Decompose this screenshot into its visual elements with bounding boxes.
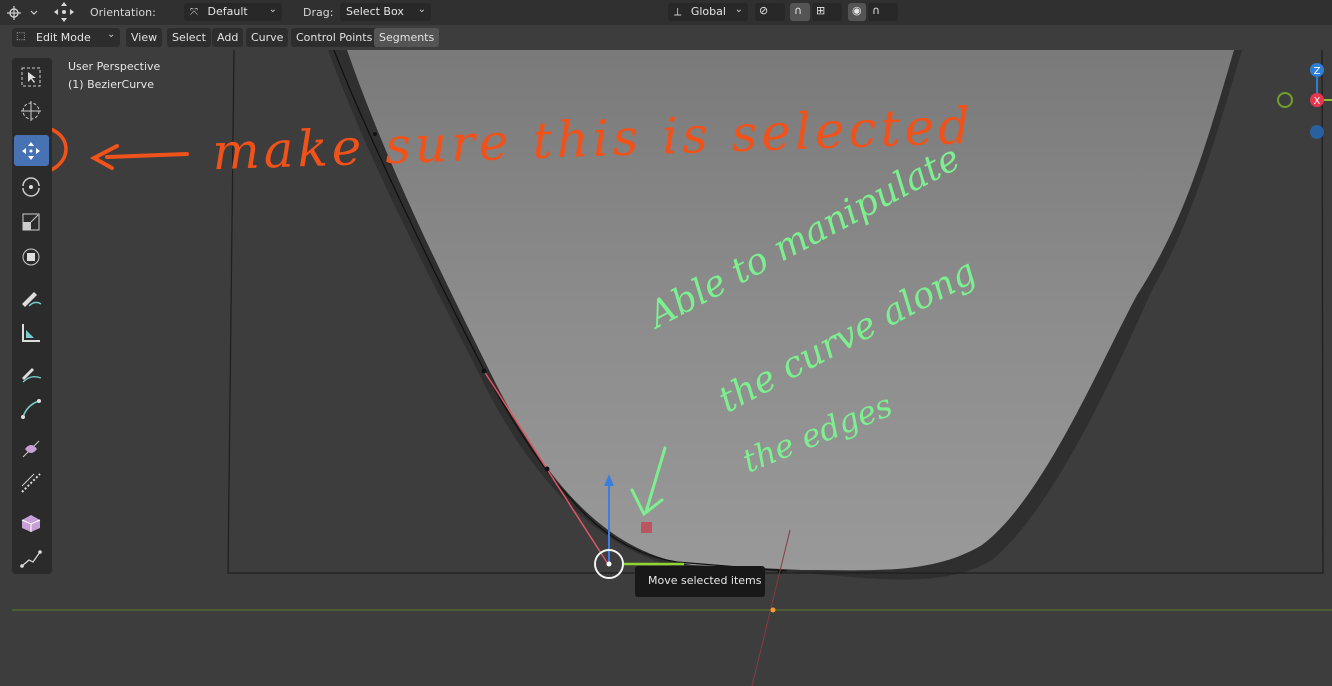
drag-value: Select Box <box>346 5 404 18</box>
orientation-dropdown[interactable]: ⤧ Default ⌄ <box>184 3 282 21</box>
menu-segments[interactable]: Segments <box>374 28 440 47</box>
z-axis-neg-icon <box>1310 125 1324 139</box>
drag-dropdown[interactable]: Select Box ⌄ <box>340 3 431 21</box>
tool-cursor[interactable] <box>14 95 49 126</box>
tool-tilt[interactable] <box>14 433 49 464</box>
menu-control-points[interactable]: Control Points <box>291 28 378 47</box>
proportional-edit-icon: ◉ <box>852 4 862 17</box>
tool-extrude[interactable] <box>14 506 49 537</box>
control-point <box>481 368 487 374</box>
proportional-edit-toggle[interactable]: ◉ <box>848 3 866 21</box>
transform-pivot-button[interactable] <box>4 3 42 22</box>
drag-label: Drag: <box>303 6 334 19</box>
mode-dropdown[interactable]: ⬚ Edit Mode ⌄ <box>12 28 120 47</box>
snap-toggle[interactable]: ∩ <box>790 3 810 21</box>
falloff-curve-icon: ∩ <box>872 4 881 17</box>
plane-handle <box>641 522 652 533</box>
tool-annotate[interactable] <box>14 282 49 313</box>
orientation-label: Orientation: <box>90 6 156 19</box>
tool-draw[interactable] <box>14 358 49 389</box>
draw-icon <box>22 368 42 383</box>
perspective-label: User Perspective <box>68 60 161 73</box>
cursor-icon <box>21 101 41 121</box>
randomize-icon <box>20 550 42 568</box>
chevron-down-icon: ⌄ <box>417 4 426 15</box>
svg-text:X: X <box>1314 96 1321 107</box>
global-axes-icon: ⟂ <box>674 5 682 18</box>
tool-measure[interactable] <box>14 317 49 348</box>
tool-rotate[interactable] <box>14 170 49 201</box>
transform-space-value: Global <box>690 5 726 18</box>
move-gizmo-icon[interactable] <box>50 0 78 25</box>
transform-icon <box>22 248 40 266</box>
arrow-annotation <box>89 144 189 170</box>
menu-curve[interactable]: Curve <box>246 28 289 47</box>
falloff-dropdown[interactable]: ∩ <box>868 3 898 21</box>
magnet-icon: ∩ <box>794 4 803 17</box>
move-icon <box>22 142 40 160</box>
tool-select-box[interactable] <box>14 61 49 92</box>
pen-icon <box>21 399 41 419</box>
tool-move[interactable] <box>14 135 49 166</box>
chevron-down-icon: ⌄ <box>734 4 743 15</box>
tool-randomize[interactable] <box>14 542 49 573</box>
mode-value: Edit Mode <box>36 31 91 44</box>
link-icon: ⊘ <box>759 4 769 17</box>
menu-view[interactable]: View <box>126 28 163 47</box>
edit-mode-icon: ⬚ <box>16 31 26 42</box>
pivot-point-dropdown[interactable]: ⊘ <box>755 3 785 21</box>
svg-text:Z: Z <box>1314 66 1321 77</box>
select-box-icon <box>21 67 41 87</box>
toolbar <box>12 58 52 574</box>
tool-scale[interactable] <box>14 206 49 237</box>
object-label: (1) BezierCurve <box>68 78 154 91</box>
chevron-down-icon: ⌄ <box>107 29 116 40</box>
tool-pen[interactable] <box>14 393 49 424</box>
tilt-icon <box>22 440 40 458</box>
rotate-icon <box>22 177 40 197</box>
control-point <box>544 466 550 472</box>
menu-add[interactable]: Add <box>212 28 244 47</box>
origin-point <box>770 607 776 613</box>
annotate-icon <box>22 292 42 307</box>
tool-radius[interactable] <box>14 467 49 498</box>
tool-transform[interactable] <box>14 241 49 272</box>
tool-header: Orientation: ⤧ Default ⌄ Drag: Select Bo… <box>0 0 1332 25</box>
snap-increment-icon: ⊞ <box>816 4 826 17</box>
menu-select[interactable]: Select <box>167 28 211 47</box>
measure-icon <box>22 324 40 342</box>
transform-orientation-dropdown[interactable]: ⟂ Global ⌄ <box>668 3 748 21</box>
pivot-icon <box>7 6 38 20</box>
navigation-gizmo[interactable]: Z X <box>1272 58 1332 148</box>
extrude-icon <box>21 515 41 532</box>
scale-icon <box>22 213 40 231</box>
tooltip: Move selected items <box>635 566 765 597</box>
orientation-axis-icon: ⤧ <box>190 7 198 18</box>
snap-target-dropdown[interactable]: ⊞ <box>812 3 842 21</box>
radius-icon <box>21 473 41 493</box>
y-axis-neg-icon <box>1277 92 1293 108</box>
orientation-value: Default <box>207 5 248 18</box>
chevron-down-icon: ⌄ <box>268 4 277 15</box>
